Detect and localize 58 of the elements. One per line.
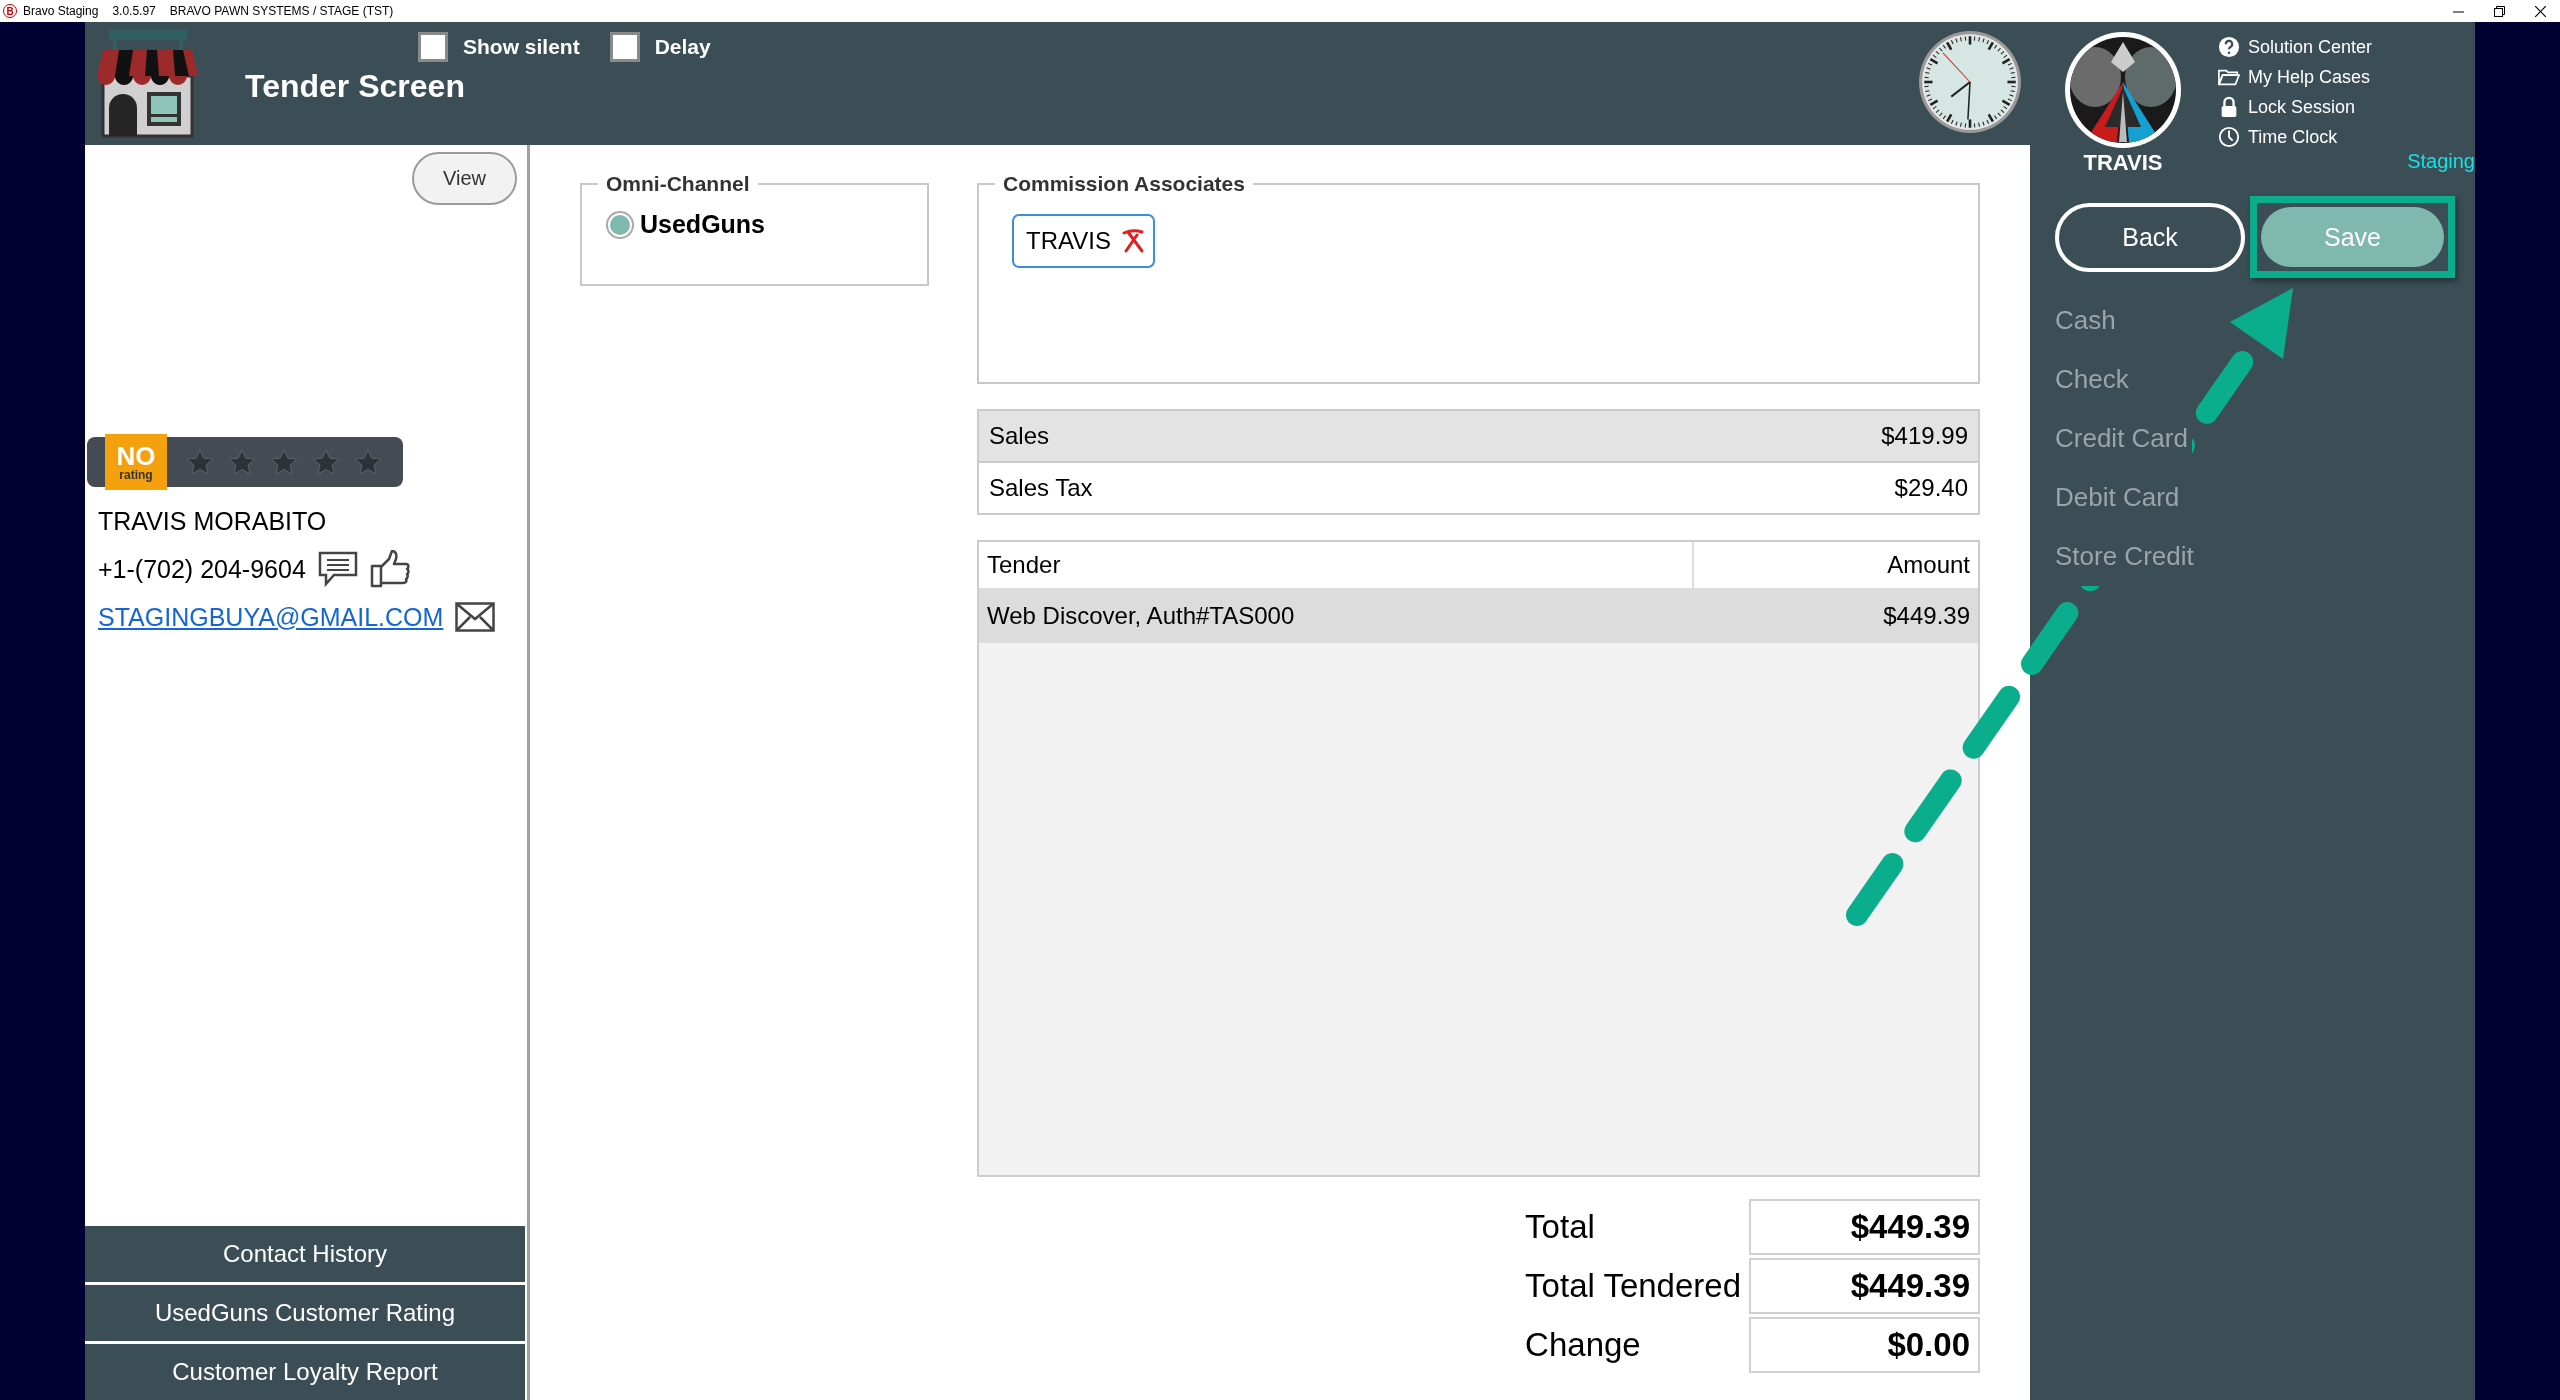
summary-value: $29.40 — [1894, 474, 1968, 502]
column-header: Tender — [986, 550, 1062, 580]
version-label: 3.0.5.97 — [112, 4, 156, 18]
email-link[interactable]: STAGINGBUYA@GMAIL.COM — [98, 602, 444, 632]
star-icon — [271, 449, 297, 475]
help-link[interactable]: My Help Cases — [2218, 62, 2475, 92]
screen-title: Tender Screen — [245, 68, 466, 105]
rating-label: NO — [116, 443, 156, 469]
checkbox-label: Show silent — [463, 35, 580, 59]
mail-icon[interactable] — [455, 602, 496, 632]
total-label: Total — [1525, 1207, 1596, 1247]
radio-button[interactable] — [606, 210, 634, 239]
star-icon — [229, 449, 255, 475]
help-link[interactable]: Lock Session — [2218, 92, 2475, 122]
table-cell-text: $449.39 — [1882, 601, 1971, 631]
group-label: Commission Associates — [1002, 172, 1246, 196]
table-row[interactable]: Web Discover, Auth#TAS000 $449.39 — [979, 589, 1978, 643]
back-button[interactable]: Back — [2055, 202, 2245, 272]
associate-name: TRAVIS — [1026, 227, 1111, 255]
help-link[interactable]: Solution Center — [2218, 32, 2475, 62]
action-button[interactable]: UsedGuns Customer Rating — [85, 1285, 525, 1341]
summary-value: $419.99 — [1881, 422, 1968, 450]
help-icon — [2218, 35, 2240, 59]
table-cell-text: Web Discover, Auth#TAS000 — [986, 601, 1296, 631]
checkbox-label: Delay — [654, 35, 711, 59]
app-name: Bravo Staging — [23, 4, 99, 18]
message-icon[interactable] — [317, 551, 358, 587]
summary-label: Sales — [989, 422, 1050, 450]
help-link[interactable]: Time Clock — [2218, 122, 2475, 152]
total-label: Change — [1525, 1325, 1642, 1365]
total-label: Total Tendered — [1525, 1266, 1741, 1306]
remove-icon[interactable] — [1120, 229, 1145, 253]
action-button[interactable]: Contact History — [85, 1226, 525, 1282]
user-name: TRAVIS — [2083, 150, 2163, 176]
checkbox[interactable] — [609, 32, 640, 62]
summary-label: Sales Tax — [989, 474, 1093, 502]
total-value: $449.39 — [1749, 1258, 1980, 1314]
clock-icon — [1918, 30, 2022, 134]
total-value: $0.00 — [1749, 1317, 1980, 1373]
system-label: BRAVO PAWN SYSTEMS / STAGE (TST) — [169, 4, 394, 18]
clock-icon — [2218, 125, 2240, 149]
view-button[interactable]: View — [412, 152, 517, 205]
customer-name: TRAVIS MORABITO — [98, 506, 327, 536]
total-value: $449.39 — [1749, 1199, 1980, 1255]
restore-icon[interactable] — [2494, 5, 2505, 17]
store-icon — [95, 30, 200, 138]
thumbs-up-icon[interactable] — [369, 550, 410, 588]
action-button[interactable]: Customer Loyalty Report — [85, 1344, 525, 1400]
group-label: Omni-Channel — [605, 172, 751, 196]
environment-label: Staging — [2407, 150, 2475, 173]
radio-label: UsedGuns — [640, 210, 766, 239]
close-icon[interactable] — [2535, 5, 2546, 17]
phone-number: +1-(702) 204-9604 — [98, 554, 306, 584]
star-icon — [355, 449, 381, 475]
star-icon — [187, 449, 213, 475]
rating-caption: rating — [119, 469, 153, 481]
star-icon — [313, 449, 339, 475]
checkbox[interactable] — [418, 32, 448, 62]
